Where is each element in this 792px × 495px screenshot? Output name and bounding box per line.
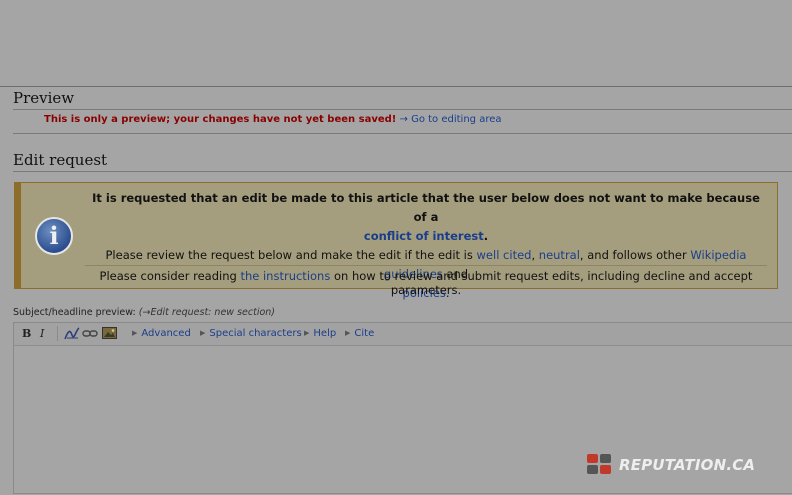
watermark-logo: REPUTATION.CA <box>587 454 777 476</box>
logo-mark-icon <box>587 454 613 476</box>
info-icon: i <box>35 217 73 255</box>
go-to-editing-link[interactable]: → Go to editing area <box>400 114 502 125</box>
footer-suffix: on how to review and submit request edit… <box>333 269 753 297</box>
notice-line-1: It is requested that an edit be made to … <box>92 191 760 224</box>
section-divider <box>13 133 792 134</box>
editor-toolbar: B I ▶ Advanced ▶ Special characters ▶ Help … <box>14 323 792 346</box>
notice-line-2-mid: , and follows other <box>579 248 687 262</box>
advanced-tab[interactable]: ▶ Advanced <box>132 328 191 339</box>
bold-button[interactable]: B <box>22 327 31 340</box>
preview-warning: This is only a preview; your changes hav… <box>44 114 397 125</box>
help-tab[interactable]: ▶ Help <box>304 328 336 339</box>
conflict-of-interest-link[interactable]: conflict of interest <box>364 229 484 243</box>
signature-icon[interactable] <box>64 326 80 341</box>
preview-heading: Preview <box>13 89 792 110</box>
subject-summary: (→Edit request: new section) <box>138 307 275 318</box>
link-icon[interactable] <box>82 329 98 338</box>
well-cited-link[interactable]: well cited <box>477 248 532 262</box>
cite-tab[interactable]: ▶ Cite <box>345 328 374 339</box>
toolbar-separator <box>57 326 58 341</box>
neutral-link[interactable]: neutral <box>539 248 580 262</box>
notice-line-2-prefix: Please review the request below and make… <box>105 248 473 262</box>
subject-preview: Subject/headline preview: (→Edit request… <box>13 307 275 318</box>
footer-prefix: Please consider reading <box>99 269 237 283</box>
edit-request-heading: Edit request <box>13 151 792 172</box>
watermark-text: REPUTATION.CA <box>619 456 756 474</box>
embedded-file-icon[interactable] <box>102 327 117 339</box>
subject-label: Subject/headline preview: <box>13 307 136 318</box>
page-header-area <box>0 0 792 86</box>
coi-edit-request-box: i It is requested that an edit be made t… <box>14 182 778 300</box>
special-characters-tab[interactable]: ▶ Special characters <box>200 328 302 339</box>
preview-notice: This is only a preview; your changes hav… <box>44 114 502 125</box>
notice-footer: Please consider reading the instructions… <box>87 269 765 297</box>
notice-separator <box>85 265 767 266</box>
instructions-link[interactable]: the instructions <box>240 269 330 283</box>
italic-button[interactable]: I <box>40 327 44 340</box>
